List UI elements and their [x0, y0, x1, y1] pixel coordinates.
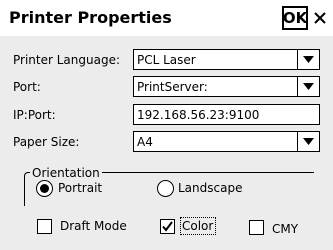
portrait-label[interactable]: Portrait [58, 181, 102, 195]
ip-port-label: IP:Port: [13, 108, 56, 122]
color-label[interactable]: Color [182, 219, 213, 233]
cmy-checkbox[interactable] [249, 220, 264, 235]
radio-selected-dot [40, 184, 49, 193]
paper-size-value: A4 [137, 135, 153, 149]
draft-mode-label[interactable]: Draft Mode [60, 219, 127, 233]
port-select[interactable]: PrintServer: [133, 76, 320, 97]
printer-language-label: Printer Language: [13, 53, 120, 67]
title-bar: Printer Properties OK [0, 0, 333, 36]
draft-mode-checkbox[interactable] [37, 219, 52, 234]
paper-size-dropdown-button[interactable] [297, 132, 319, 151]
landscape-label[interactable]: Landscape [178, 181, 242, 195]
dropdown-arrow-icon [303, 56, 314, 63]
dropdown-arrow-icon [303, 138, 314, 145]
ip-port-value: 192.168.56.23:9100 [137, 108, 260, 122]
printer-language-select[interactable]: PCL Laser [133, 49, 320, 70]
port-label: Port: [13, 80, 41, 94]
cmy-label[interactable]: CMY [272, 222, 298, 236]
landscape-radio[interactable] [157, 180, 174, 197]
close-button[interactable] [310, 6, 330, 30]
close-icon [314, 12, 326, 24]
printer-language-value: PCL Laser [137, 53, 196, 67]
orientation-legend: Orientation [30, 166, 102, 180]
ip-port-input[interactable]: 192.168.56.23:9100 [133, 104, 320, 125]
port-dropdown-button[interactable] [297, 77, 319, 96]
dropdown-arrow-icon [303, 83, 314, 90]
port-value: PrintServer: [137, 80, 208, 94]
window-title: Printer Properties [9, 8, 172, 27]
ok-button[interactable]: OK [282, 6, 308, 30]
paper-size-select[interactable]: A4 [133, 131, 320, 152]
printer-language-dropdown-button[interactable] [297, 50, 319, 69]
color-checkbox[interactable] [160, 219, 175, 234]
portrait-radio[interactable] [36, 180, 53, 197]
printer-properties-dialog: Printer Properties OK Printer Language: … [0, 0, 333, 250]
checkmark-icon [162, 221, 173, 232]
paper-size-label: Paper Size: [13, 135, 80, 149]
